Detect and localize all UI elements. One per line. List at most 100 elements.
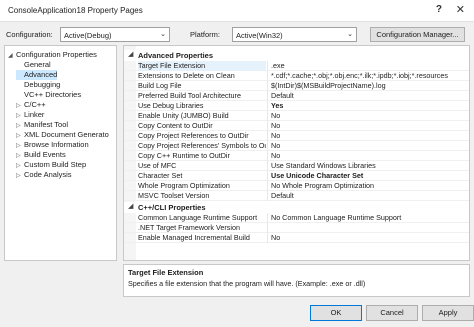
property-name: Character Set [138,171,183,180]
property-row[interactable]: Copy C++ Runtime to OutDir No [124,151,469,161]
property-name: Preferred Build Tool Architecture [138,91,241,100]
tree-item-label: C/C++ [24,100,46,109]
cancel-button[interactable]: Cancel [366,305,418,321]
tree-item-label: Debugging [24,80,61,89]
tree-item-label: Manifest Tool [24,120,69,129]
property-value[interactable]: No [267,233,469,243]
tree-item[interactable]: ▷ Build Events [16,150,66,160]
property-row[interactable]: Common Language Runtime Support No Common… [124,213,469,223]
property-value[interactable]: No [267,121,469,131]
grid-section-title: Advanced Properties [138,51,214,60]
tree-item-label: XML Document Generato [24,130,109,139]
tree-item-label: General [24,60,51,69]
property-value[interactable]: Yes [267,101,469,111]
property-row[interactable]: Copy Content to OutDir No [124,121,469,131]
description-title: Target File Extension [128,268,204,277]
property-row[interactable]: Copy Project References to OutDir No [124,131,469,141]
tree-item[interactable]: ▷ Linker [16,110,44,120]
apply-button[interactable]: Apply [422,305,474,321]
property-value[interactable]: Default [267,91,469,101]
tree-item[interactable]: ▷ Manifest Tool [16,120,68,130]
property-value[interactable] [267,223,469,233]
tree-item[interactable]: ▷ Code Analysis [16,170,72,180]
property-name: Use Debug Libraries [138,101,204,110]
tree-item-label: Linker [24,110,45,119]
property-row[interactable]: Target File Extension .exe [124,61,469,71]
property-value[interactable]: No [267,151,469,161]
tree-item[interactable]: ▷ Custom Build Step [16,160,86,170]
property-name: Copy C++ Runtime to OutDir [138,151,230,160]
property-row[interactable]: Use of MFC Use Standard Windows Libraries [124,161,469,171]
grid-section-title: C++/CLI Properties [138,203,206,212]
property-row[interactable]: Preferred Build Tool Architecture Default [124,91,469,101]
tree-item-label: Custom Build Step [24,160,87,169]
tree-item-label: Build Events [24,150,66,159]
property-row[interactable]: Enable Unity (JUMBO) Build No [124,111,469,121]
chevron-down-icon: ⌄ [160,31,166,38]
configuration-bar: Configuration: Active(Debug) ⌄ Platform:… [0,27,474,43]
property-row[interactable]: Enable Managed Incremental Build No [124,233,469,243]
property-value[interactable]: No [267,131,469,141]
tree-item[interactable]: Debugging [16,80,60,90]
property-name: Extensions to Delete on Clean [138,71,235,80]
tree-item[interactable]: ▷ Browse Information [16,140,89,150]
tree-item[interactable]: ▷ C/C++ [16,100,46,110]
platform-dropdown[interactable]: Active(Win32) ⌄ [232,27,357,42]
window-title: ConsoleApplication18 Property Pages [8,6,143,15]
property-row[interactable]: Copy Project References' Symbols to Ou No [124,141,469,151]
property-name: Build Log File [138,81,182,90]
description-panel: Target File Extension Specifies a file e… [123,264,470,297]
expand-arrow-icon[interactable]: ▷ [16,171,24,181]
property-value[interactable]: No [267,141,469,151]
tree-item[interactable]: Advanced [16,70,58,80]
property-name: Enable Unity (JUMBO) Build [138,111,229,120]
description-text: Specifies a file extension that the prog… [128,279,366,288]
property-name: Copy Project References to OutDir [138,131,249,140]
property-row[interactable]: Whole Program Optimization No Whole Progr… [124,181,469,191]
property-grid[interactable]: ◢ Advanced Properties Target File Extensio… [123,45,470,261]
tree-item-label: Code Analysis [24,170,72,179]
grid-section-header[interactable]: ◢ C++/CLI Properties [124,202,469,213]
configuration-value: Active(Debug) [64,31,112,40]
configuration-dropdown[interactable]: Active(Debug) ⌄ [60,27,170,42]
close-button[interactable]: ✕ [456,3,465,16]
tree-item[interactable]: ◢ Configuration Properties [8,50,97,60]
configuration-label: Configuration: [6,30,53,39]
ok-button[interactable]: OK [310,305,362,321]
tree-item[interactable]: General [16,60,51,70]
property-name: Copy Content to OutDir [138,121,213,130]
configuration-manager-button[interactable]: Configuration Manager... [370,27,465,42]
property-value[interactable]: No Common Language Runtime Support [267,213,469,223]
property-row[interactable]: Use Debug Libraries Yes [124,101,469,111]
tree-item[interactable]: VC++ Directories [16,90,81,100]
property-row[interactable]: Build Log File $(IntDir)$(MSBuildProjectN… [124,81,469,91]
property-name: .NET Target Framework Version [138,223,240,232]
tree-item[interactable]: ▷ XML Document Generato [16,130,109,140]
property-row[interactable]: .NET Target Framework Version [124,223,469,233]
chevron-down-icon: ⌄ [347,31,353,38]
platform-value: Active(Win32) [236,31,283,40]
property-row[interactable]: Extensions to Delete on Clean *.cdf;*.cac… [124,71,469,81]
property-value[interactable]: No [267,111,469,121]
grid-section-header[interactable]: ◢ Advanced Properties [124,50,469,61]
property-tree[interactable]: ◢ Configuration Properties General Advanced… [4,45,117,261]
property-name: Target File Extension [138,61,266,71]
property-value[interactable]: *.cdf;*.cache;*.obj;*.obj.enc;*.ilk;*.ip… [267,71,469,81]
help-button[interactable]: ? [436,4,442,15]
property-value[interactable]: Use Standard Windows Libraries [267,161,469,171]
property-value[interactable]: Use Unicode Character Set [267,171,469,181]
property-value[interactable]: No Whole Program Optimization [267,181,469,191]
property-row[interactable]: Character Set Use Unicode Character Set [124,171,469,181]
collapse-arrow-icon[interactable]: ◢ [128,202,133,210]
tree-item-label: Browse Information [24,140,89,149]
expand-arrow-icon[interactable]: ◢ [8,51,16,61]
title-bar: ConsoleApplication18 Property Pages ? ✕ [0,0,474,22]
platform-label: Platform: [190,30,221,39]
property-value[interactable]: $(IntDir)$(MSBuildProjectName).log [267,81,469,91]
property-value[interactable]: .exe [267,61,469,71]
tree-item-label: Advanced [24,70,58,79]
collapse-arrow-icon[interactable]: ◢ [128,50,133,58]
property-row[interactable]: MSVC Toolset Version Default [124,191,469,201]
property-value[interactable]: Default [267,191,469,201]
property-name: Copy Project References' Symbols to Ou [138,141,266,150]
